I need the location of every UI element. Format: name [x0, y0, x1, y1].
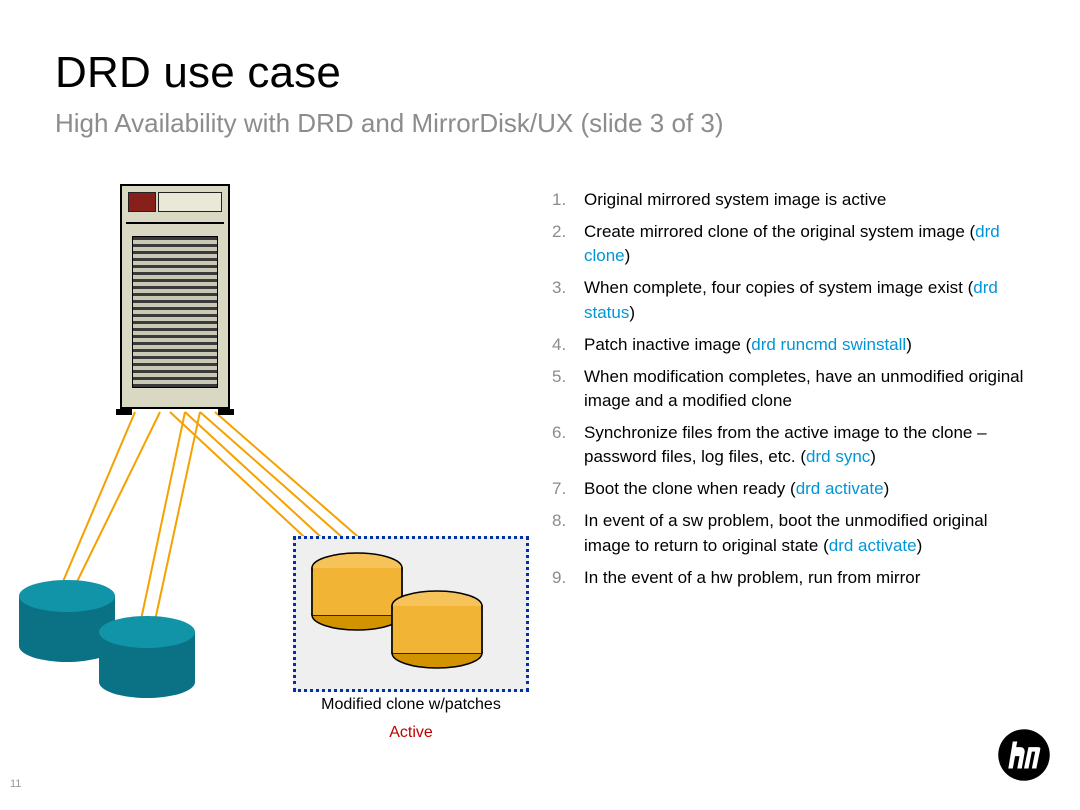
step-command: drd runcmd swinstall	[751, 335, 906, 354]
step-text: Boot the clone when ready (	[584, 479, 796, 498]
slide-subtitle: High Availability with DRD and MirrorDis…	[55, 108, 724, 139]
step-item: Boot the clone when ready (drd activate)	[552, 477, 1032, 501]
step-item: When modification completes, have an unm…	[552, 365, 1032, 413]
step-text: In the event of a hw problem, run from m…	[584, 568, 920, 587]
step-text: In event of a sw problem, boot the unmod…	[584, 511, 988, 554]
step-text-post: )	[884, 479, 890, 498]
step-command: drd sync	[806, 447, 870, 466]
hp-logo-icon	[996, 727, 1052, 788]
slide-title: DRD use case	[55, 48, 341, 98]
page-number: 11	[10, 778, 21, 790]
step-item: In the event of a hw problem, run from m…	[552, 566, 1032, 590]
step-item: Original mirrored system image is active	[552, 188, 1032, 212]
step-item: In event of a sw problem, boot the unmod…	[552, 509, 1032, 557]
step-item: Patch inactive image (drd runcmd swinsta…	[552, 333, 1032, 357]
disk-clone-2-icon	[386, 588, 488, 672]
active-label: Active	[293, 724, 529, 742]
diagram-area: Modified clone w/patches Active	[30, 180, 550, 760]
step-text-post: )	[906, 335, 912, 354]
step-item: Synchronize files from the active image …	[552, 421, 1032, 469]
step-text: Original mirrored system image is active	[584, 190, 886, 209]
step-text-post: )	[629, 303, 635, 322]
step-item: When complete, four copies of system ima…	[552, 276, 1032, 324]
step-command: drd activate	[796, 479, 884, 498]
step-text: Create mirrored clone of the original sy…	[584, 222, 975, 241]
step-command: drd activate	[829, 536, 917, 555]
step-text: Patch inactive image (	[584, 335, 751, 354]
steps-list: Original mirrored system image is active…	[552, 188, 1032, 598]
server-icon	[120, 184, 230, 409]
step-text-post: )	[870, 447, 876, 466]
step-text: Synchronize files from the active image …	[584, 423, 987, 466]
step-text: When modification completes, have an unm…	[584, 367, 1023, 410]
step-text-post: )	[917, 536, 923, 555]
step-text: When complete, four copies of system ima…	[584, 278, 973, 297]
step-item: Create mirrored clone of the original sy…	[552, 220, 1032, 268]
disk-original-2-icon	[92, 612, 202, 702]
step-text-post: )	[625, 246, 631, 265]
clone-box-label: Modified clone w/patches	[293, 696, 529, 714]
